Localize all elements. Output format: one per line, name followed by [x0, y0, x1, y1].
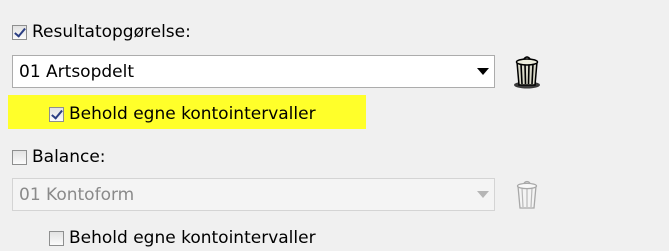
balance-dropdown-value: 01 Kontoform [19, 184, 135, 205]
resultat-checkbox[interactable] [12, 24, 27, 40]
trash-can-icon [516, 180, 538, 209]
resultat-label: Resultatopgørelse: [32, 22, 191, 42]
balance-keep-label: Behold egne kontointervaller [69, 228, 316, 248]
balance-checkbox[interactable] [12, 149, 27, 165]
balance-dropdown: 01 Kontoform [12, 178, 495, 211]
resultat-keep-label: Behold egne kontointervaller [69, 104, 316, 124]
resultat-dropdown-value: 01 Artsopdelt [19, 61, 135, 82]
balance-label: Balance: [32, 147, 106, 167]
resultat-keep-checkbox[interactable] [49, 106, 64, 122]
balance-checkbox-row[interactable]: Balance: [12, 147, 106, 167]
chevron-down-icon [472, 179, 494, 210]
resultat-checkbox-row[interactable]: Resultatopgørelse: [12, 22, 191, 42]
chevron-down-icon[interactable] [472, 56, 494, 87]
resultat-keep-row[interactable]: Behold egne kontointervaller [49, 104, 316, 124]
balance-keep-row[interactable]: Behold egne kontointervaller [49, 228, 316, 248]
balance-keep-checkbox[interactable] [49, 230, 64, 246]
resultat-dropdown[interactable]: 01 Artsopdelt [12, 55, 495, 88]
trash-can-icon[interactable] [511, 54, 543, 90]
